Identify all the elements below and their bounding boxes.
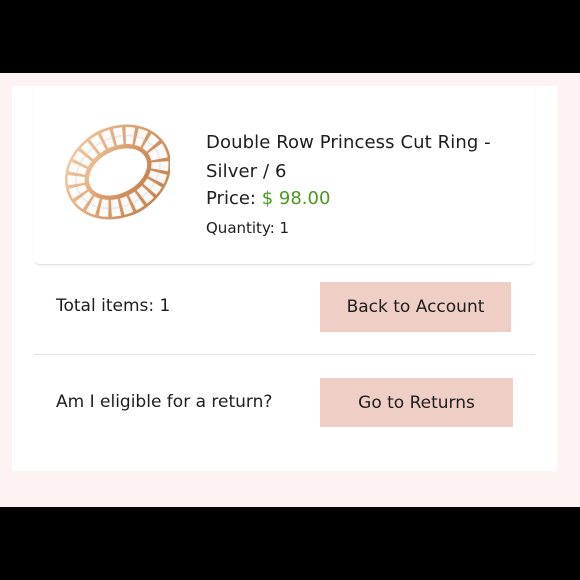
total-items-text: Total items: 1 <box>56 296 171 316</box>
quantity-text: Quantity: 1 <box>206 219 290 237</box>
product-name[interactable]: Double Row Princess Cut Ring - Silver / … <box>206 128 516 186</box>
back-to-account-button[interactable]: Back to Account <box>320 282 511 332</box>
go-to-returns-button[interactable]: Go to Returns <box>320 378 513 427</box>
top-letterbox <box>0 0 580 73</box>
section-divider <box>34 354 535 355</box>
product-image <box>64 124 170 220</box>
price-value: $ 98.00 <box>261 188 331 209</box>
price-row: Price: $ 98.00 <box>206 188 330 209</box>
bottom-letterbox <box>0 507 580 580</box>
return-eligibility-question: Am I eligible for a return? <box>56 392 273 412</box>
price-label: Price: <box>206 188 256 209</box>
